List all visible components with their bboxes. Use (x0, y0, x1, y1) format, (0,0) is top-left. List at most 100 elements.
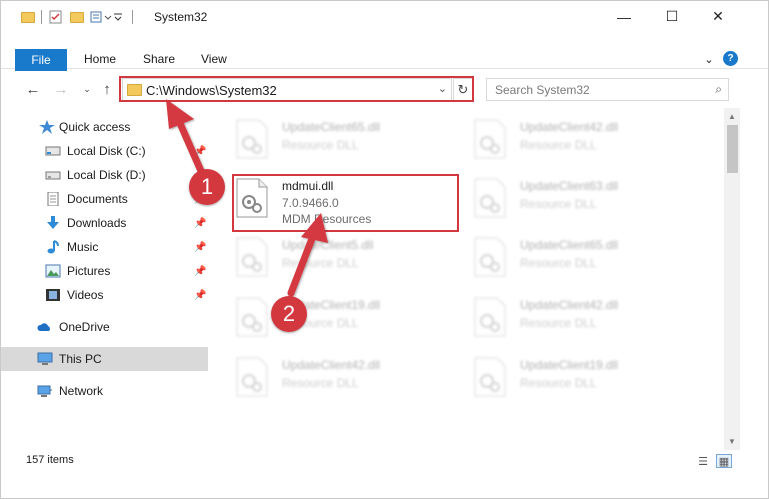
quick-access-toolbar (21, 9, 139, 25)
sidebar-item-videos[interactable]: Videos 📌 (1, 283, 208, 307)
file-type: Resource DLL (282, 256, 359, 270)
sidebar-item-label: This PC (59, 352, 102, 366)
dll-file-icon (474, 119, 506, 159)
sidebar-item-pictures[interactable]: Pictures 📌 (1, 259, 208, 283)
pin-icon[interactable]: 📌 (194, 242, 206, 253)
sidebar-item-label: OneDrive (59, 320, 110, 334)
forward-button[interactable]: → (51, 79, 71, 99)
file-name: UpdateClient63.dll (520, 179, 619, 193)
dll-file-icon (236, 119, 268, 159)
properties-icon[interactable] (48, 9, 64, 25)
file-type: Resource DLL (282, 376, 359, 390)
vertical-scrollbar[interactable]: ▲ ▼ (724, 108, 740, 450)
dll-file-icon (236, 237, 268, 277)
network-icon (37, 385, 52, 397)
pin-icon[interactable]: 📌 (194, 146, 206, 157)
window-title: System32 (154, 10, 208, 24)
dll-file-icon (474, 237, 506, 277)
sidebar-item-label: Downloads (67, 216, 127, 230)
sidebar-item-label: Music (67, 240, 99, 254)
file-item[interactable]: UpdateClient19.dll Resource DLL (473, 351, 703, 403)
maximize-button[interactable]: ☐ (649, 1, 695, 32)
expand-ribbon-icon[interactable]: ⌄ (701, 51, 717, 67)
recent-locations-icon[interactable]: ⌄ (77, 79, 97, 99)
toolbar-divider (41, 10, 42, 24)
search-placeholder: Search System32 (495, 83, 590, 97)
sidebar-item-label: Documents (67, 192, 128, 206)
file-name: UpdateClient42.dll (282, 358, 381, 372)
file-item[interactable]: UpdateClient65.dll Resource DLL (235, 113, 465, 165)
scroll-down-icon[interactable]: ▼ (728, 437, 736, 446)
ribbon: File Home Share View ⌄ ? (1, 33, 768, 71)
sidebar-item-this-pc[interactable]: This PC (1, 347, 208, 371)
dll-file-icon (474, 178, 506, 218)
search-icon: ⌕ (715, 82, 722, 96)
sidebar-item-label: Pictures (67, 264, 111, 278)
status-bar: 157 items ☰ ▦ (1, 450, 768, 472)
file-explorer-window: System32 — ☐ ✕ File Home Share View ⌄ ? … (0, 0, 769, 499)
file-name: UpdateClient42.dll (520, 298, 619, 312)
navigation-pane: Quick access Local Disk (C:) 📌 Local Dis… (1, 108, 208, 450)
file-type: Resource DLL (520, 197, 597, 211)
star-icon (39, 120, 55, 134)
file-item[interactable]: UpdateClient42.dll Resource DLL (473, 113, 703, 165)
toolbar-divider (132, 10, 133, 24)
sidebar-item-music[interactable]: Music 📌 (1, 235, 208, 259)
pin-icon[interactable]: 📌 (194, 266, 206, 277)
up-button[interactable]: ↑ (97, 79, 117, 99)
pin-icon[interactable]: 📌 (194, 290, 206, 301)
file-item[interactable]: UpdateClient19.dll Resource DLL (235, 291, 465, 343)
sidebar-item-local-disk-d[interactable]: Local Disk (D:) (1, 163, 208, 187)
file-item[interactable]: UpdateClient65.dll Resource DLL (473, 231, 703, 283)
scroll-up-icon[interactable]: ▲ (728, 112, 736, 121)
file-name: UpdateClient65.dll (282, 120, 381, 134)
sidebar-item-quick-access[interactable]: Quick access (1, 115, 208, 139)
help-icon[interactable]: ? (723, 51, 738, 66)
file-name: UpdateClient5.dll (282, 238, 374, 252)
pin-icon[interactable]: 📌 (194, 218, 206, 229)
search-input[interactable]: Search System32 ⌕ (486, 78, 729, 101)
sidebar-item-local-disk-c[interactable]: Local Disk (C:) 📌 (1, 139, 208, 163)
back-button[interactable]: ← (23, 79, 43, 99)
title-bar: System32 — ☐ ✕ (1, 1, 768, 33)
item-count: 157 items (26, 454, 74, 466)
sidebar-item-label: Network (59, 384, 104, 398)
sidebar-item-downloads[interactable]: Downloads 📌 (1, 211, 208, 235)
details-view-icon[interactable]: ☰ (695, 454, 711, 468)
close-button[interactable]: ✕ (695, 1, 741, 32)
toolbar-dropdown-icon[interactable] (112, 9, 126, 25)
file-item[interactable]: UpdateClient5.dll Resource DLL (235, 231, 465, 283)
file-list: UpdateClient65.dll Resource DLL mdmui.dl… (211, 108, 723, 450)
file-type: Resource DLL (520, 256, 597, 270)
drive-icon (45, 171, 61, 180)
file-type: Resource DLL (282, 138, 359, 152)
documents-icon (47, 192, 59, 206)
file-item[interactable]: UpdateClient42.dll Resource DLL (473, 291, 703, 343)
computer-icon (37, 352, 53, 365)
sidebar-item-label: Local Disk (C:) (67, 144, 146, 158)
scrollbar-thumb[interactable] (727, 125, 738, 173)
file-item[interactable]: UpdateClient63.dll Resource DLL (473, 172, 703, 224)
dll-file-icon (236, 297, 268, 337)
tab-view[interactable]: View (201, 52, 227, 66)
sidebar-item-onedrive[interactable]: OneDrive (1, 315, 208, 339)
sidebar-item-label: Local Disk (D:) (67, 168, 146, 182)
sidebar-item-label: Videos (67, 288, 104, 302)
large-icons-view-icon[interactable]: ▦ (716, 454, 732, 468)
file-name: UpdateClient19.dll (520, 358, 619, 372)
music-icon (47, 240, 59, 254)
customize-toolbar-icon[interactable] (90, 9, 112, 25)
tab-home[interactable]: Home (84, 52, 116, 66)
tab-file[interactable]: File (15, 49, 67, 71)
sidebar-item-network[interactable]: Network (1, 379, 208, 403)
dll-file-icon (474, 357, 506, 397)
file-item[interactable]: UpdateClient42.dll Resource DLL (235, 351, 465, 403)
minimize-button[interactable]: — (601, 1, 647, 32)
tab-share[interactable]: Share (143, 52, 175, 66)
pictures-icon (45, 264, 61, 278)
dll-file-icon (474, 297, 506, 337)
new-folder-icon[interactable] (70, 11, 84, 23)
file-name: UpdateClient65.dll (520, 238, 619, 252)
sidebar-item-documents[interactable]: Documents 📌 (1, 187, 208, 211)
file-type: Resource DLL (520, 138, 597, 152)
